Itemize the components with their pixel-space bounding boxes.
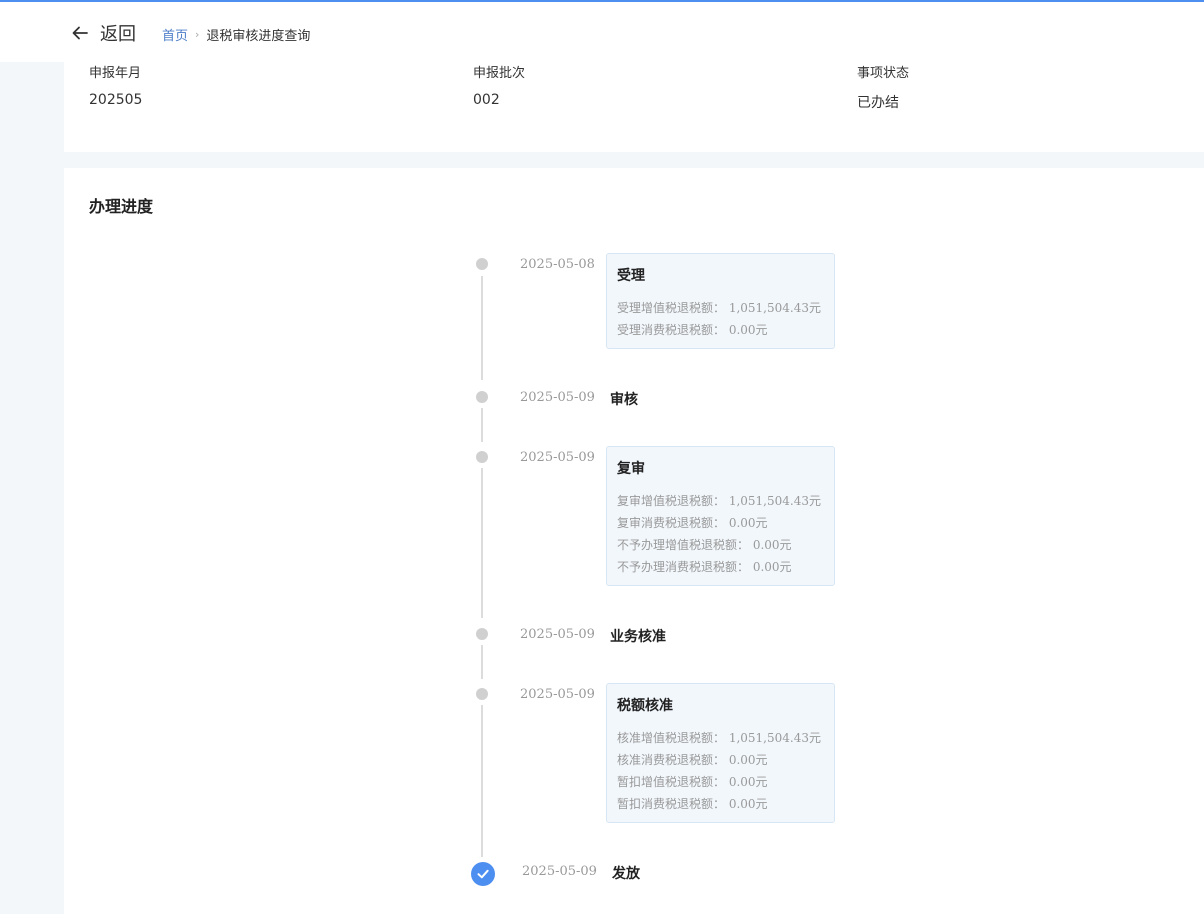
timeline-connector [481,468,483,618]
timeline-dot [476,688,488,700]
step-detail-line: 受理增值税退税额： 1,051,504.43元 [617,301,821,315]
step-detail-box: 受理 受理增值税退税额： 1,051,504.43元 受理消费税退税额： 0.0… [606,253,835,349]
back-button[interactable]: 返回 [70,20,136,46]
step-title: 复审 [617,461,645,477]
chevron-right-icon: › [195,27,200,41]
breadcrumb: 首页 › 退税审核进度查询 [162,24,310,44]
info-value-period: 202505 [89,92,143,108]
step-date: 2025-05-09 [520,627,595,642]
timeline-connector [481,276,483,380]
info-card: 申报年月 202505 申报批次 002 事项状态 已办结 [64,62,1204,152]
step-date: 2025-05-09 [522,864,597,879]
breadcrumb-current: 退税审核进度查询 [206,28,311,44]
step-date: 2025-05-09 [520,450,595,465]
timeline-connector [481,645,483,679]
step-detail-line: 核准增值税退税额： 1,051,504.43元 [617,731,821,745]
step-detail-box: 税额核准 核准增值税退税额： 1,051,504.43元 核准消费税退税额： 0… [606,683,835,823]
back-label: 返回 [100,24,136,45]
step-detail-line: 不予办理消费税退税额： 0.00元 [617,560,792,574]
left-gutter [0,62,64,914]
timeline-connector [481,705,483,857]
step-title: 税额核准 [617,698,673,714]
step-detail-line: 暂扣增值税退税额： 0.00元 [617,775,768,789]
progress-card: 办理进度 2025-05-08 受理 受理增值税退税额： 1,051,504.4… [64,168,1204,914]
step-title: 审核 [610,392,638,408]
step-title: 受理 [617,268,645,284]
arrow-left-icon [72,26,88,40]
info-label-batch: 申报批次 [473,66,526,81]
timeline-dot [476,628,488,640]
step-date: 2025-05-08 [520,257,595,272]
info-label-period: 申报年月 [89,66,142,81]
step-detail-line: 复审增值税退税额： 1,051,504.43元 [617,494,821,508]
timeline-connector [481,408,483,442]
step-title: 业务核准 [610,629,666,645]
step-detail-box: 复审 复审增值税退税额： 1,051,504.43元 复审消费税退税额： 0.0… [606,446,835,586]
timeline-dot [476,451,488,463]
step-detail-line: 受理消费税退税额： 0.00元 [617,323,768,337]
step-detail-line: 不予办理增值税退税额： 0.00元 [617,538,792,552]
header: 返回 首页 › 退税审核进度查询 [0,2,1204,62]
step-date: 2025-05-09 [520,687,595,702]
step-detail-line: 复审消费税退税额： 0.00元 [617,516,768,530]
info-label-status: 事项状态 [857,66,910,81]
progress-title: 办理进度 [89,197,154,216]
timeline-dot [476,258,488,270]
check-icon [471,862,495,886]
info-value-batch: 002 [473,92,500,108]
breadcrumb-home-link[interactable]: 首页 [162,25,188,44]
timeline-dot [476,391,488,403]
step-date: 2025-05-09 [520,390,595,405]
step-title: 发放 [612,866,640,882]
info-value-status: 已办结 [857,95,899,111]
step-detail-line: 核准消费税退税额： 0.00元 [617,753,768,767]
step-detail-line: 暂扣消费税退税额： 0.00元 [617,797,768,811]
